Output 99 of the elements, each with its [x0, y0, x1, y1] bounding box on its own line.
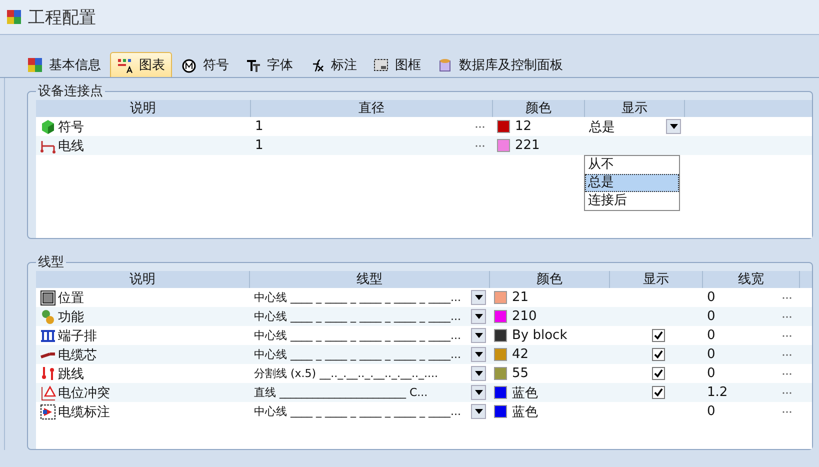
display-dropdown[interactable]: 总是: [589, 118, 685, 135]
row-icon: [40, 366, 56, 382]
line-type-value: 中心线 ____ _ ____ _ ____ _ ____ _ ____...: [254, 290, 461, 305]
column-header[interactable]: 直径: [251, 100, 493, 117]
row-icon: [40, 118, 56, 134]
row-label: 位置: [58, 290, 84, 306]
column-header[interactable]: 线宽: [703, 271, 800, 288]
more-icon[interactable]: [782, 410, 792, 414]
table-cell: 0: [707, 309, 716, 324]
line-type-value: 中心线 ____ _ ____ _ ____ _ ____ _ ____...: [254, 309, 461, 324]
row-icon: [40, 404, 56, 420]
column-header[interactable]: 说明: [36, 100, 251, 117]
column-header[interactable]: 说明: [36, 271, 250, 288]
more-icon[interactable]: [782, 334, 792, 338]
dropdown-button[interactable]: [471, 366, 486, 381]
table-cell: 42: [512, 347, 529, 362]
column-header[interactable]: 颜色: [490, 271, 610, 288]
tab[interactable]: 基本信息: [20, 52, 108, 77]
row-label: 电缆标注: [58, 404, 110, 420]
row-label: 功能: [58, 308, 84, 326]
line-type-value: 直线 _______________________ C...: [254, 385, 428, 400]
line-type-value: 中心线 ____ _ ____ _ ____ _ ____ _ ____...: [254, 347, 461, 362]
tab[interactable]: 标注: [302, 52, 364, 77]
more-icon[interactable]: [782, 390, 792, 394]
tab-icon: [27, 57, 43, 73]
caret-icon: [474, 295, 482, 300]
more-icon[interactable]: [475, 124, 485, 128]
line-type-value: 中心线 ____ _ ____ _ ____ _ ____ _ ____...: [254, 328, 461, 343]
table-cell-text: 蓝色: [512, 404, 538, 420]
tab-icon: [117, 57, 133, 73]
row-icon: [40, 328, 56, 344]
app-icon: [6, 9, 22, 25]
row-label: 电缆芯: [58, 346, 97, 364]
caret-icon: [474, 371, 482, 376]
caret-icon: [670, 124, 678, 129]
checkbox[interactable]: [652, 386, 665, 399]
tab[interactable]: 字体: [238, 52, 300, 77]
tab-icon: [437, 57, 453, 73]
checkbox[interactable]: [652, 367, 665, 380]
dropdown-button[interactable]: [471, 404, 486, 419]
line-type-value: 分割线 (x.5) __.._.__.._.__.._.__.._....: [254, 366, 438, 381]
tab-icon: [181, 57, 197, 73]
more-icon[interactable]: [475, 144, 485, 148]
row-label: 电线: [58, 138, 84, 154]
window-title: 工程配置: [28, 6, 96, 28]
table-cell: 21: [512, 290, 529, 305]
caret-icon: [474, 390, 482, 395]
row-icon: [40, 384, 56, 400]
group-title: 设备连接点: [37, 83, 104, 100]
caret-icon: [474, 314, 482, 319]
dropdown-option[interactable]: 从不: [585, 156, 679, 174]
dropdown-button[interactable]: [471, 328, 486, 343]
dropdown-option[interactable]: 总是: [585, 174, 679, 192]
row-label: 电位冲突: [58, 384, 110, 402]
column-header[interactable]: 颜色: [493, 100, 585, 117]
table-cell: 1: [255, 119, 264, 134]
column-header[interactable]: 线型: [250, 271, 490, 288]
table-cell: 0: [707, 290, 716, 305]
table-cell: 0: [707, 347, 716, 362]
table-cell: 210: [512, 309, 537, 324]
group-title: 线型: [37, 254, 65, 271]
table-cell: 0: [707, 366, 716, 381]
dropdown-button[interactable]: [471, 309, 486, 324]
table-cell: 0: [707, 404, 716, 419]
table-cell: 1.2: [707, 385, 728, 400]
row-label: 符号: [58, 118, 84, 136]
dropdown-option[interactable]: 连接后: [585, 192, 679, 210]
checkbox[interactable]: [652, 329, 665, 342]
row-label: 跳线: [58, 366, 84, 382]
checkbox[interactable]: [652, 348, 665, 361]
table-cell: 0: [707, 328, 716, 343]
row-label: 端子排: [58, 328, 97, 344]
line-type-value: 中心线 ____ _ ____ _ ____ _ ____ _ ____...: [254, 404, 461, 419]
column-header[interactable]: 显示: [610, 271, 703, 288]
more-icon[interactable]: [782, 372, 792, 376]
tab[interactable]: 数据库及控制面板: [430, 52, 570, 77]
caret-icon: [474, 409, 482, 414]
more-icon[interactable]: [782, 314, 792, 318]
dropdown-button[interactable]: [471, 347, 486, 362]
column-header[interactable]: 显示: [585, 100, 685, 117]
more-icon[interactable]: [782, 352, 792, 356]
table-cell: 55: [512, 366, 529, 381]
tab[interactable]: 图表: [110, 52, 172, 77]
table-cell-text: 蓝色: [512, 384, 538, 402]
table-cell: 12: [515, 119, 532, 134]
tab-icon: [245, 57, 261, 73]
table-cell: 221: [515, 138, 540, 153]
caret-icon: [474, 333, 482, 338]
table-cell: By block: [512, 328, 568, 343]
more-icon[interactable]: [782, 296, 792, 300]
row-icon: [40, 308, 56, 324]
tab[interactable]: 图框: [366, 52, 428, 77]
tab-icon: [373, 57, 389, 73]
caret-icon: [474, 352, 482, 357]
dropdown-button[interactable]: [471, 290, 486, 305]
tab[interactable]: 符号: [174, 52, 236, 77]
dropdown-button[interactable]: [666, 119, 681, 134]
table-cell: 1: [255, 138, 264, 153]
dropdown-button[interactable]: [471, 385, 486, 400]
